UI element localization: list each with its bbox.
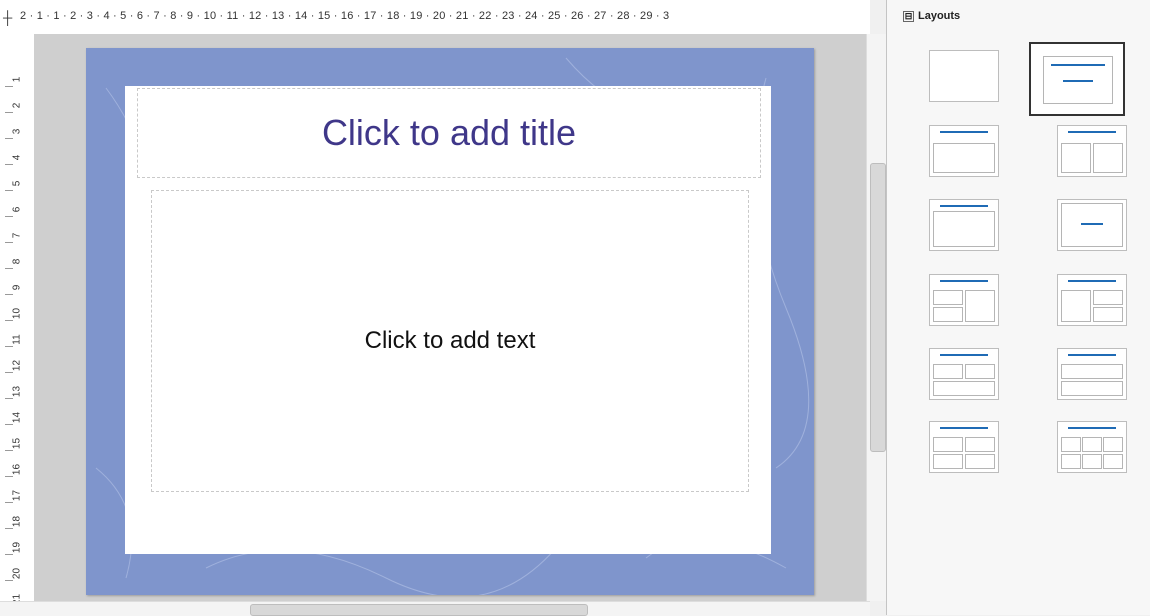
vertical-ruler-label: 13 [11, 385, 23, 398]
slide[interactable]: Click to add title Click to add text [86, 48, 814, 595]
vertical-ruler-label: 12 [11, 359, 23, 372]
collapse-icon[interactable]: ⊟ [903, 10, 914, 22]
vertical-scroll-thumb[interactable] [870, 163, 886, 452]
vertical-ruler-tick [5, 450, 13, 451]
vertical-ruler-tick [5, 242, 13, 243]
vertical-ruler-tick [5, 216, 13, 217]
vertical-ruler-label: 18 [11, 515, 23, 528]
content-placeholder[interactable]: Click to add text [151, 190, 749, 492]
slide-canvas: Click to add title Click to add text [34, 34, 870, 601]
vertical-ruler-label: 4 [11, 154, 23, 161]
layout-title-content-over-content[interactable] [1057, 348, 1127, 400]
layout-title-2content-over-content[interactable] [929, 274, 999, 326]
layouts-title: Layouts [918, 10, 961, 22]
vertical-ruler-label: 15 [11, 437, 23, 450]
vertical-ruler-label: 2 [11, 102, 23, 109]
vertical-ruler-tick [5, 398, 13, 399]
vertical-ruler-tick [5, 320, 13, 321]
title-placeholder[interactable]: Click to add title [137, 88, 761, 178]
vertical-ruler-label: 20 [11, 567, 23, 580]
vertical-ruler-label: 14 [11, 411, 23, 424]
vertical-ruler-tick [5, 554, 13, 555]
horizontal-scroll-thumb[interactable] [250, 604, 588, 616]
layout-title-content-2content[interactable] [1057, 274, 1127, 326]
vertical-ruler-label: 19 [11, 541, 23, 554]
vertical-ruler-label: 10 [11, 307, 23, 320]
vertical-ruler-tick [5, 190, 13, 191]
layout-title-content[interactable] [1029, 42, 1125, 116]
vertical-ruler-tick [5, 164, 13, 165]
vertical-ruler-tick [5, 346, 13, 347]
horizontal-scrollbar[interactable] [0, 601, 870, 616]
vertical-ruler-label: 9 [11, 284, 23, 291]
vertical-ruler-tick [5, 476, 13, 477]
ruler-corner-icon: ┼ [3, 10, 13, 25]
ruler-scale: 2 · 1 · 1 · 2 · 3 · 4 · 5 · 6 · 7 · 8 · … [20, 10, 670, 22]
vertical-ruler-label: 5 [11, 180, 23, 187]
layout-title-content-2[interactable] [929, 125, 999, 177]
layout-blank[interactable] [929, 50, 999, 102]
layout-title-2content-content[interactable] [929, 348, 999, 400]
layout-centered-text[interactable] [1057, 199, 1127, 251]
layout-title-4content[interactable] [929, 421, 999, 473]
vertical-ruler-label: 17 [11, 489, 23, 502]
vertical-ruler-tick [5, 138, 13, 139]
layout-title-6content[interactable] [1057, 421, 1127, 473]
vertical-ruler-label: 6 [11, 206, 23, 213]
vertical-ruler-tick [5, 424, 13, 425]
vertical-ruler-tick [5, 528, 13, 529]
vertical-ruler-tick [5, 372, 13, 373]
vertical-ruler-label: 16 [11, 463, 23, 476]
vertical-ruler-label: 21 [11, 593, 23, 601]
vertical-ruler-label: 3 [11, 128, 23, 135]
vertical-ruler-label: 1 [11, 76, 23, 83]
horizontal-ruler: ┼ 2 · 1 · 1 · 2 · 3 · 4 · 5 · 6 · 7 · 8 … [0, 0, 870, 35]
slide-white-area: Click to add title Click to add text [125, 86, 771, 554]
vertical-ruler-tick [5, 294, 13, 295]
vertical-ruler-label: 11 [11, 334, 23, 345]
vertical-ruler: 1 2 3 4 5 6 7 8 9 10 11 12 13 14 15 16 17 18 19 20 21 [0, 34, 35, 601]
vertical-ruler-tick [5, 580, 13, 581]
layouts-panel: ⊟ Layouts [886, 0, 1150, 615]
vertical-ruler-tick [5, 502, 13, 503]
layout-title-2-content[interactable] [1057, 125, 1127, 177]
vertical-ruler-tick [5, 86, 13, 87]
vertical-ruler-label: 7 [11, 232, 23, 239]
vertical-ruler-tick [5, 112, 13, 113]
layout-title-only[interactable] [929, 199, 999, 251]
vertical-ruler-label: 8 [11, 258, 23, 265]
vertical-scrollbar[interactable] [866, 34, 887, 601]
title-placeholder-text: Click to add title [321, 112, 577, 153]
content-placeholder-text: Click to add text [364, 327, 536, 354]
layouts-panel-header[interactable]: ⊟ Layouts [903, 10, 960, 22]
vertical-ruler-tick [5, 268, 13, 269]
